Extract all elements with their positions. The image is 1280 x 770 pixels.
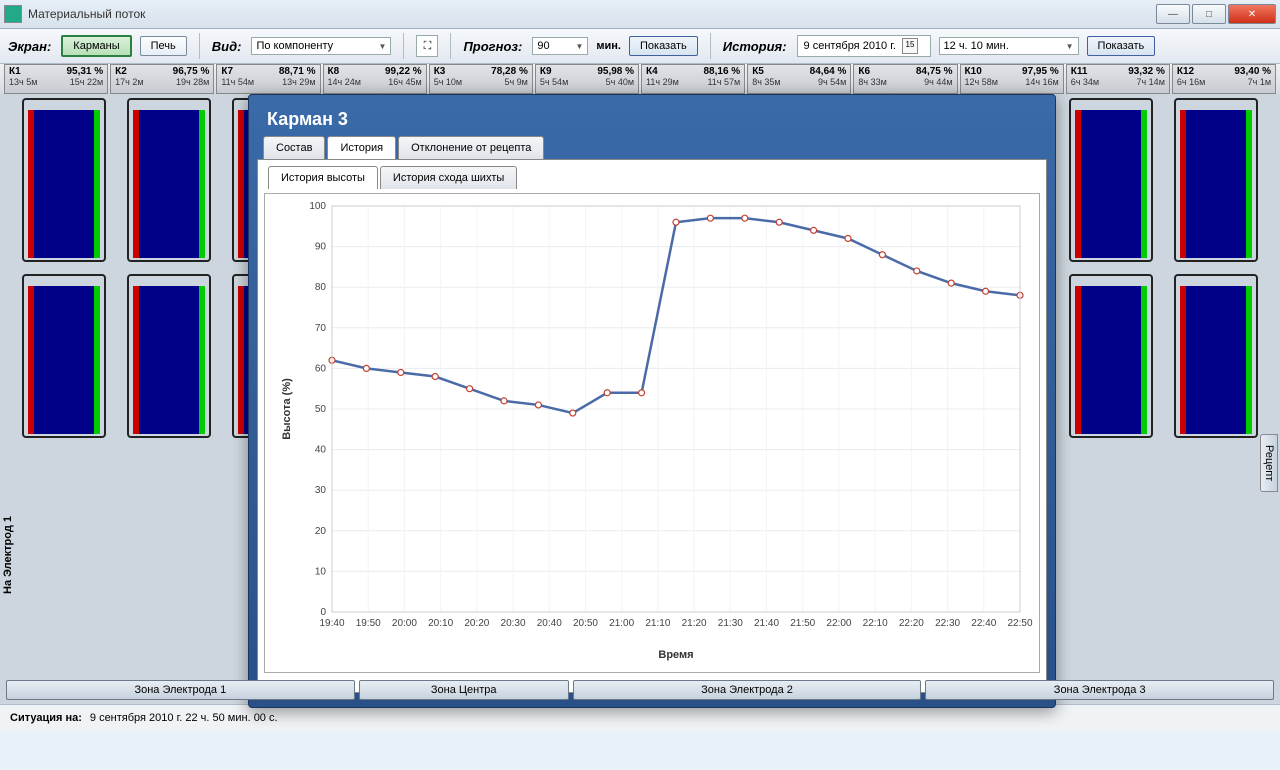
svg-text:50: 50 <box>315 404 327 415</box>
close-button[interactable]: ✕ <box>1228 4 1276 24</box>
pocket-header[interactable]: К684,75 %8ч 33м9ч 44м <box>853 64 957 94</box>
silo[interactable] <box>12 270 117 438</box>
zone-electrode-3[interactable]: Зона Электрода 3 <box>925 680 1274 700</box>
svg-text:21:10: 21:10 <box>645 618 670 629</box>
pockets-button[interactable]: Карманы <box>61 35 131 57</box>
screen-label: Экран: <box>8 39 51 54</box>
pocket-header[interactable]: К378,28 %5ч 10м5ч 9м <box>429 64 533 94</box>
svg-text:20:30: 20:30 <box>501 618 526 629</box>
pocket-header[interactable]: К488,16 %11ч 29м11ч 57м <box>641 64 745 94</box>
forecast-value-dropdown[interactable]: 90▼ <box>532 37 588 55</box>
svg-text:60: 60 <box>315 363 327 374</box>
svg-text:0: 0 <box>320 607 326 618</box>
silo[interactable] <box>117 270 222 438</box>
svg-text:22:00: 22:00 <box>826 618 851 629</box>
svg-text:19:40: 19:40 <box>319 618 344 629</box>
fullscreen-icon[interactable]: ⛶ <box>416 35 438 57</box>
tab-composition[interactable]: Состав <box>263 136 325 159</box>
svg-text:20:50: 20:50 <box>573 618 598 629</box>
status-bar: Ситуация на: 9 сентября 2010 г. 22 ч. 50… <box>0 704 1280 731</box>
pocket-header[interactable]: К195,31 %13ч 5м15ч 22м <box>4 64 108 94</box>
calendar-icon: 15 <box>902 38 918 54</box>
tab-history[interactable]: История <box>327 136 396 159</box>
titlebar: Материальный поток — □ ✕ <box>0 0 1280 29</box>
svg-text:21:40: 21:40 <box>754 618 779 629</box>
svg-text:21:20: 21:20 <box>682 618 707 629</box>
svg-text:30: 30 <box>315 485 327 496</box>
tab-deviation[interactable]: Отклонение от рецепта <box>398 136 544 159</box>
window-title: Материальный поток <box>28 7 1156 21</box>
silo[interactable] <box>1163 270 1268 438</box>
main-area: На Электрод 1 Рецепт Карман 3 Состав Ист… <box>0 94 1280 704</box>
height-chart: 0 10 20 30 40 50 60 70 80 90 100 19:40 19:50 20:00 20:… <box>265 194 1039 672</box>
pocket-header[interactable]: К1193,32 %6ч 34м7ч 14м <box>1066 64 1170 94</box>
silo[interactable] <box>1163 94 1268 262</box>
forecast-unit: мин. <box>596 40 621 52</box>
svg-text:22:40: 22:40 <box>971 618 996 629</box>
pocket-header[interactable]: К296,75 %17ч 2м19ч 28м <box>110 64 214 94</box>
pocket-header[interactable]: К899,22 %14ч 24м16ч 45м <box>323 64 427 94</box>
svg-text:Время: Время <box>658 649 693 661</box>
subtab-descent-history[interactable]: История схода шихты <box>380 166 517 189</box>
svg-text:20:20: 20:20 <box>464 618 489 629</box>
furnace-button[interactable]: Печь <box>140 36 187 56</box>
forecast-show-button[interactable]: Показать <box>629 36 698 56</box>
history-date-picker[interactable]: 9 сентября 2010 г.15 <box>797 35 931 57</box>
zone-electrode-2[interactable]: Зона Электрода 2 <box>573 680 922 700</box>
svg-text:19:50: 19:50 <box>356 618 381 629</box>
toolbar: Экран: Карманы Печь Вид: По компоненту▼ … <box>0 29 1280 64</box>
pocket-header[interactable]: К1097,95 %12ч 58м14ч 16м <box>960 64 1064 94</box>
pocket-header[interactable]: К788,71 %11ч 54м13ч 29м <box>216 64 320 94</box>
svg-text:21:30: 21:30 <box>718 618 743 629</box>
pocket-header[interactable]: К1293,40 %6ч 16м7ч 1м <box>1172 64 1276 94</box>
chevron-down-icon: ▼ <box>379 42 387 51</box>
svg-text:20:00: 20:00 <box>392 618 417 629</box>
svg-text:22:50: 22:50 <box>1007 618 1032 629</box>
minimize-button[interactable]: — <box>1156 4 1190 24</box>
svg-text:40: 40 <box>315 445 327 456</box>
silo[interactable] <box>12 94 117 262</box>
zone-electrode-1[interactable]: Зона Электрода 1 <box>6 680 355 700</box>
pocket-header[interactable]: К995,98 %5ч 54м5ч 40м <box>535 64 639 94</box>
svg-text:Высота (%): Высота (%) <box>281 378 293 440</box>
forecast-label: Прогноз: <box>463 39 522 54</box>
svg-text:90: 90 <box>315 242 327 253</box>
svg-text:100: 100 <box>309 201 326 212</box>
svg-text:10: 10 <box>315 566 327 577</box>
pocket-header[interactable]: К584,64 %8ч 35м9ч 54м <box>747 64 851 94</box>
status-value: 9 сентября 2010 г. 22 ч. 50 мин. 00 с. <box>90 712 278 724</box>
view-dropdown[interactable]: По компоненту▼ <box>251 37 391 55</box>
silo[interactable] <box>117 94 222 262</box>
subtab-height-history[interactable]: История высоты <box>268 166 378 189</box>
chart-container: 0 10 20 30 40 50 60 70 80 90 100 19:40 19:50 20:00 20:… <box>264 193 1040 673</box>
recipe-side-tab[interactable]: Рецепт <box>1260 434 1278 492</box>
maximize-button[interactable]: □ <box>1192 4 1226 24</box>
history-time-dropdown[interactable]: 12 ч. 10 мин.▼ <box>939 37 1079 55</box>
svg-text:20:10: 20:10 <box>428 618 453 629</box>
status-label: Ситуация на: <box>10 712 82 724</box>
svg-text:80: 80 <box>315 282 327 293</box>
history-show-button[interactable]: Показать <box>1087 36 1156 56</box>
silo[interactable] <box>1059 270 1164 438</box>
svg-text:21:50: 21:50 <box>790 618 815 629</box>
popup-title: Карман 3 <box>257 103 1047 136</box>
svg-text:70: 70 <box>315 323 327 334</box>
svg-text:22:10: 22:10 <box>863 618 888 629</box>
app-icon <box>4 5 22 23</box>
pocket-header-row: К195,31 %13ч 5м15ч 22мК296,75 %17ч 2м19ч… <box>0 64 1280 94</box>
svg-text:22:20: 22:20 <box>899 618 924 629</box>
silo[interactable] <box>1059 94 1164 262</box>
view-label: Вид: <box>212 39 242 54</box>
svg-text:20:40: 20:40 <box>537 618 562 629</box>
svg-text:21:00: 21:00 <box>609 618 634 629</box>
history-label: История: <box>723 39 787 54</box>
electrode-label: На Электрод 1 <box>2 516 14 594</box>
svg-text:20: 20 <box>315 526 327 537</box>
zone-center[interactable]: Зона Центра <box>359 680 569 700</box>
pocket-detail-popup: Карман 3 Состав История Отклонение от ре… <box>248 94 1056 708</box>
svg-text:22:30: 22:30 <box>935 618 960 629</box>
